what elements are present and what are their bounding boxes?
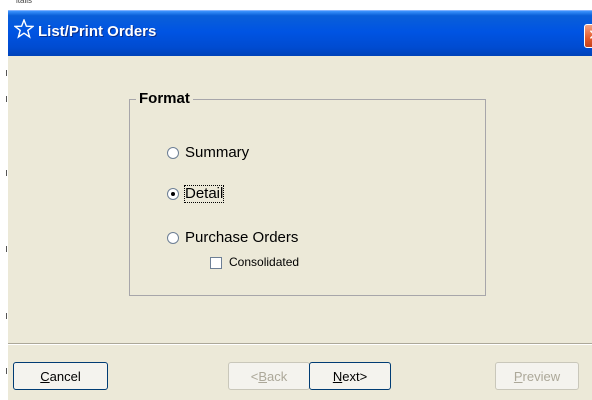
summary-radio-label[interactable]: Summary [185, 145, 249, 161]
background-left-edge [0, 10, 8, 400]
dialog-content: Format Summary Detail Purchase Orders Co… [8, 56, 592, 353]
dialog-window: List/Print Orders ✕ Format Summary Detai… [8, 10, 592, 400]
screen: ltalis List/Print Orders ✕ Format Summar… [0, 0, 592, 400]
format-groupbox [129, 99, 486, 296]
next-button[interactable]: Next > [309, 362, 391, 390]
back-mnemonic: B [258, 368, 268, 384]
consolidated-checkbox-label[interactable]: Consolidated [229, 255, 299, 269]
purchase-orders-radio-label[interactable]: Purchase Orders [185, 230, 298, 246]
background-cut-text: ltalis [16, 0, 33, 5]
preview-mnemonic: P [513, 368, 523, 384]
star-outline-icon [13, 18, 35, 39]
button-separator [8, 343, 592, 345]
consolidated-checkbox[interactable] [210, 257, 222, 269]
back-arrow: < [250, 368, 259, 384]
preview-button[interactable]: Preview [495, 362, 579, 390]
cancel-label-rest: ancel [49, 368, 81, 384]
purchase-orders-radio[interactable] [167, 232, 179, 244]
cancel-mnemonic: C [40, 368, 50, 384]
detail-radio[interactable] [167, 188, 179, 200]
format-group-legend: Format [136, 91, 193, 107]
detail-radio-label[interactable]: Detail [183, 185, 225, 203]
close-button[interactable]: ✕ [584, 24, 592, 48]
window-title: List/Print Orders [38, 23, 157, 40]
preview-label-rest: review [522, 368, 561, 384]
next-mnemonic: N [332, 368, 343, 384]
summary-radio[interactable] [167, 147, 179, 159]
cancel-button[interactable]: Cancel [13, 362, 108, 390]
close-icon: ✕ [588, 27, 592, 45]
next-label-rest: ext [342, 368, 360, 384]
back-button[interactable]: < Back [228, 362, 310, 390]
title-bar[interactable]: List/Print Orders ✕ [8, 10, 592, 57]
back-label-rest: ack [267, 368, 288, 384]
next-arrow: > [359, 368, 368, 384]
background-window-edge: ltalis [0, 0, 592, 10]
